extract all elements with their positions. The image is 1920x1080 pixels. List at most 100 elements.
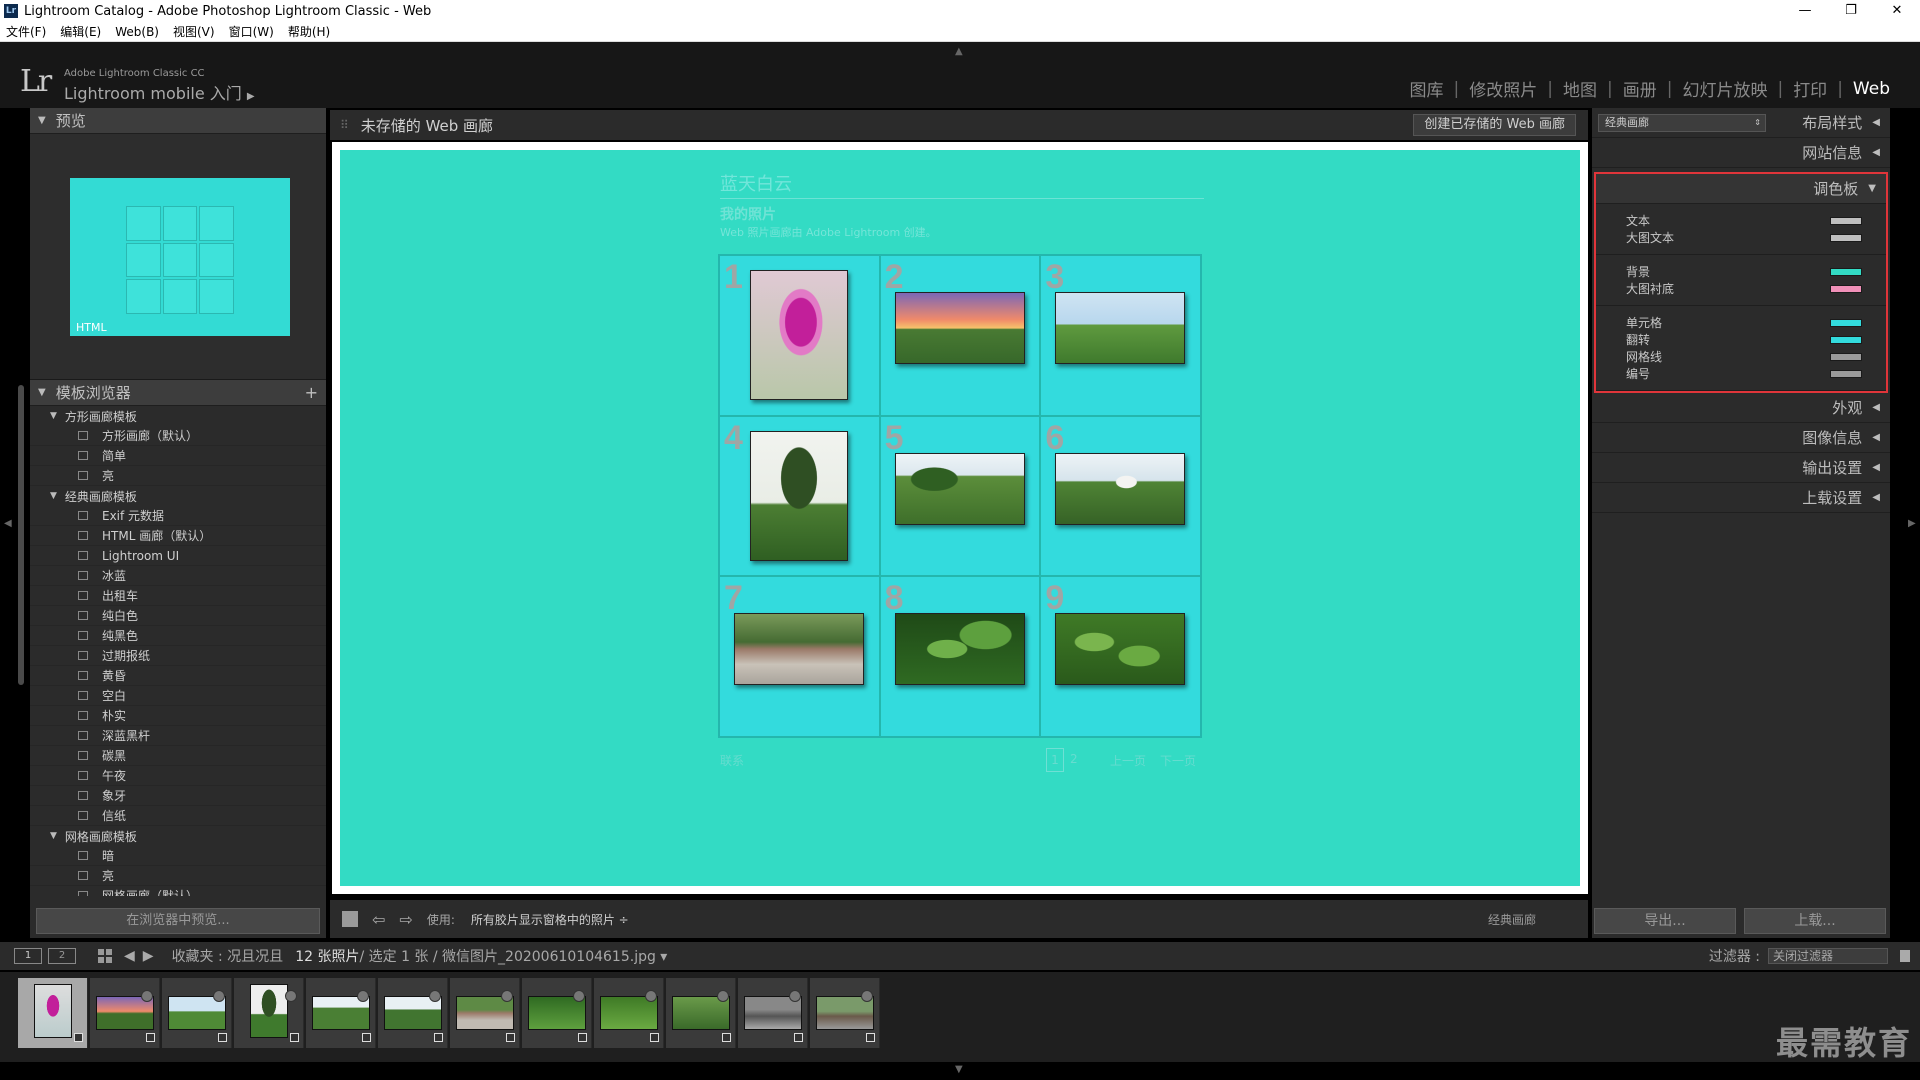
forward-arrow-icon[interactable]: ▶ [143, 948, 154, 964]
template-item[interactable]: 象牙 [30, 786, 326, 806]
export-button[interactable]: 导出... [1594, 908, 1736, 934]
menu-window[interactable]: 窗口(W) [229, 23, 274, 40]
preview-panel-header[interactable]: ▼ 预览 [30, 108, 326, 134]
use-photos-select[interactable]: 所有胶片显示窗格中的照片 ÷ [471, 911, 629, 928]
menu-help[interactable]: 帮助(H) [288, 23, 330, 40]
next-photo-icon[interactable]: ⇨ [399, 910, 412, 929]
gallery-photo[interactable] [1055, 292, 1186, 364]
gallery-cell[interactable]: 1 [719, 255, 880, 416]
module-develop[interactable]: 修改照片 [1459, 76, 1547, 101]
menu-edit[interactable]: 编辑(E) [60, 23, 101, 40]
filmstrip-thumbnail[interactable] [234, 978, 304, 1048]
color-swatch[interactable] [1830, 318, 1862, 327]
filmstrip-thumbnail[interactable] [162, 978, 232, 1048]
color-swatch[interactable] [1830, 369, 1862, 378]
gallery-photo[interactable] [750, 430, 848, 561]
template-item[interactable]: 纯白色 [30, 606, 326, 626]
template-item[interactable]: 冰蓝 [30, 566, 326, 586]
collection-description[interactable]: Web 照片画廊由 Adobe Lightroom 创建。 [720, 224, 937, 240]
module-web[interactable]: Web [1843, 79, 1900, 99]
template-folder[interactable]: ▼ 方形画廊模板 [30, 406, 326, 426]
color-swatch[interactable] [1830, 267, 1862, 276]
module-slideshow[interactable]: 幻灯片放映 [1672, 76, 1777, 101]
left-panel-scrollbar[interactable] [18, 385, 24, 685]
upload-settings-header[interactable]: 上载设置 ◀ [1592, 483, 1890, 513]
color-swatch[interactable] [1830, 216, 1862, 225]
template-item[interactable]: 出租车 [30, 586, 326, 606]
template-item[interactable]: 朴实 [30, 706, 326, 726]
module-map[interactable]: 地图 [1553, 76, 1607, 101]
menu-view[interactable]: 视图(V) [173, 23, 215, 40]
filter-lock-icon[interactable] [1900, 950, 1910, 962]
stop-icon[interactable] [342, 911, 358, 927]
filter-select[interactable]: 关闭过滤器 [1768, 948, 1888, 964]
page-1-link[interactable]: 1 [1046, 748, 1064, 772]
template-item[interactable]: 信纸 [30, 806, 326, 826]
template-item[interactable]: 黄昏 [30, 666, 326, 686]
layout-style-select[interactable]: 经典画廊 ⇕ [1598, 114, 1766, 132]
gallery-photo[interactable] [734, 613, 864, 686]
template-item[interactable]: 亮 [30, 466, 326, 486]
preview-in-browser-button[interactable]: 在浏览器中预览... [36, 908, 320, 934]
gallery-photo[interactable] [1055, 613, 1186, 686]
filmstrip-thumbnail[interactable] [810, 978, 880, 1048]
filmstrip-thumbnail[interactable] [666, 978, 736, 1048]
gallery-photo[interactable] [750, 270, 848, 400]
main-window-icon[interactable]: 1 [14, 948, 42, 964]
appearance-header[interactable]: 外观 ◀ [1592, 393, 1890, 423]
selection-info[interactable]: / 选定 1 张 / 微信图片_20200610104615.jpg ▾ [359, 946, 667, 966]
upload-button[interactable]: 上载... [1744, 908, 1886, 934]
filmstrip-thumbnail[interactable] [378, 978, 448, 1048]
page-2-link[interactable]: 2 [1070, 752, 1078, 766]
module-library[interactable]: 图库 [1400, 76, 1454, 101]
gallery-photo[interactable] [894, 613, 1025, 686]
template-item[interactable]: 亮 [30, 866, 326, 886]
gallery-cell[interactable]: 3 [1040, 255, 1201, 416]
add-template-icon[interactable]: + [305, 383, 318, 402]
template-item[interactable]: 方形画廊（默认） [30, 426, 326, 446]
top-panel-toggle-icon[interactable]: ▲ [955, 46, 963, 57]
menu-file[interactable]: 文件(F) [6, 23, 46, 40]
gallery-cell[interactable]: 5 [879, 415, 1041, 577]
template-item[interactable]: 碳黑 [30, 746, 326, 766]
filmstrip-thumbnail[interactable] [306, 978, 376, 1048]
lightroom-mobile-link[interactable]: Lightroom mobile 入门 ▶ [64, 80, 255, 104]
restore-icon[interactable]: ❐ [1828, 0, 1874, 22]
back-arrow-icon[interactable]: ◀ [124, 948, 135, 964]
secondary-window-icon[interactable]: 2 [48, 948, 76, 964]
gallery-cell[interactable]: 8 [879, 576, 1041, 737]
site-title[interactable]: 蓝天白云 [720, 170, 1204, 199]
collection-title[interactable]: 我的照片 [720, 204, 776, 224]
color-swatch[interactable] [1830, 284, 1862, 293]
template-item[interactable]: 纯黑色 [30, 626, 326, 646]
gallery-cell[interactable]: 7 [719, 576, 880, 737]
template-folder[interactable]: ▼ 网格画廊模板 [30, 826, 326, 846]
previous-page-link[interactable]: 上一页 [1110, 752, 1146, 769]
filmstrip-thumbnail[interactable] [90, 978, 160, 1048]
contact-link[interactable]: 联系 [720, 752, 744, 769]
color-swatch[interactable] [1830, 352, 1862, 361]
output-settings-header[interactable]: 输出设置 ◀ [1592, 453, 1890, 483]
next-page-link[interactable]: 下一页 [1160, 752, 1196, 769]
gallery-photo[interactable] [1055, 452, 1186, 525]
module-book[interactable]: 画册 [1613, 76, 1667, 101]
site-info-header[interactable]: 网站信息 ◀ [1592, 138, 1890, 168]
gallery-cell[interactable]: 6 [1040, 415, 1201, 577]
module-print[interactable]: 打印 [1783, 76, 1837, 101]
previous-photo-icon[interactable]: ⇦ [372, 910, 385, 929]
gallery-photo[interactable] [894, 292, 1025, 364]
layout-style-header[interactable]: 经典画廊 ⇕ 布局样式 ◀ [1592, 108, 1890, 138]
template-item[interactable]: 午夜 [30, 766, 326, 786]
create-saved-gallery-button[interactable]: 创建已存储的 Web 画廊 [1413, 114, 1576, 136]
menu-web[interactable]: Web(B) [115, 25, 159, 39]
template-item[interactable]: 空白 [30, 686, 326, 706]
template-item[interactable]: 暗 [30, 846, 326, 866]
color-swatch[interactable] [1830, 233, 1862, 242]
template-item[interactable]: 网格画廊（默认） [30, 886, 326, 896]
right-panel-toggle-icon[interactable]: ▶ [1908, 518, 1916, 529]
filmstrip-source[interactable]: 收藏夹 : 况且况且 [172, 946, 284, 966]
filmstrip-thumbnail[interactable] [450, 978, 520, 1048]
gallery-cell[interactable]: 9 [1040, 576, 1201, 737]
gallery-cell[interactable]: 4 [719, 415, 880, 577]
template-item[interactable]: 过期报纸 [30, 646, 326, 666]
